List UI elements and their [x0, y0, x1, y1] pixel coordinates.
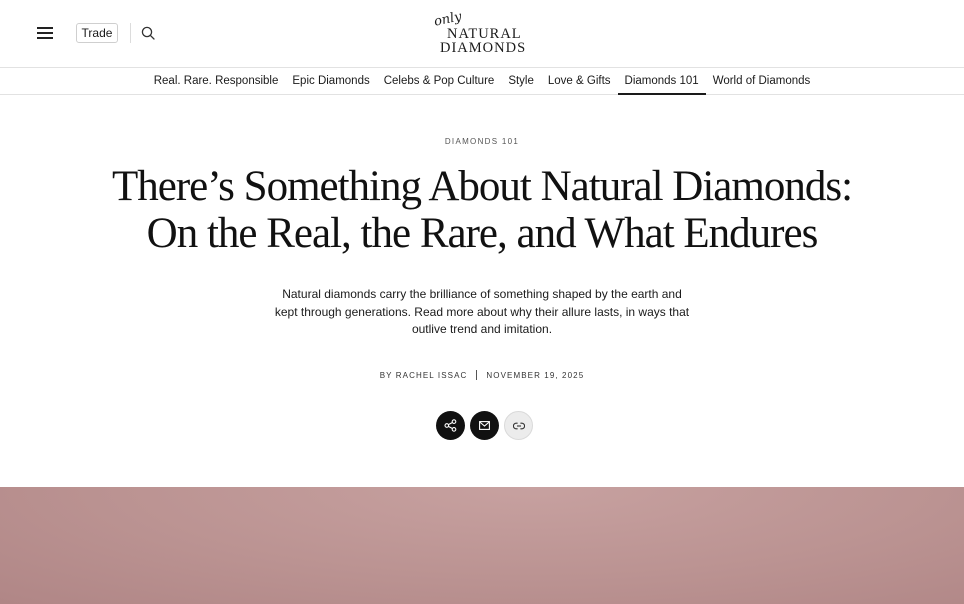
nav-item-real-rare-responsible[interactable]: Real. Rare. Responsible — [147, 68, 286, 95]
link-icon — [512, 422, 525, 429]
share-bar — [436, 411, 533, 440]
nav-item-love-gifts[interactable]: Love & Gifts — [541, 68, 618, 95]
hero-image — [0, 487, 964, 604]
site-logo[interactable]: only NATURAL DIAMONDS — [430, 8, 540, 60]
trade-button[interactable]: Trade — [76, 23, 118, 43]
share-button[interactable] — [436, 411, 465, 440]
article-dek: Natural diamonds carry the brilliance of… — [274, 287, 690, 336]
copy-link-button[interactable] — [504, 411, 533, 440]
publish-date: NOVEMBER 19, 2025 — [486, 371, 585, 380]
site-header: Trade only NATURAL DIAMONDS — [0, 0, 964, 68]
author-name[interactable]: BY RACHEL ISSAC — [380, 371, 468, 380]
logo-word-diamonds: DIAMONDS — [440, 40, 527, 56]
mail-icon — [479, 421, 490, 430]
header-divider — [130, 23, 131, 43]
article-title-line-1: There’s Something About Natural Diamonds… — [111, 163, 853, 210]
article-title-line-2: On the Real, the Rare, and What Endures — [146, 210, 819, 257]
article-title: There’s Something About Natural Diamonds… — [60, 163, 904, 257]
nav-item-celebs-pop-culture[interactable]: Celebs & Pop Culture — [377, 68, 502, 95]
article-category[interactable]: DIAMONDS 101 — [0, 137, 964, 146]
article-byline: BY RACHEL ISSAC NOVEMBER 19, 2025 — [0, 370, 964, 380]
nav-item-epic-diamonds[interactable]: Epic Diamonds — [285, 68, 376, 95]
main-nav: Real. Rare. Responsible Epic Diamonds Ce… — [0, 67, 964, 95]
email-share-button[interactable] — [470, 411, 499, 440]
search-icon[interactable] — [141, 26, 155, 40]
nav-list: Real. Rare. Responsible Epic Diamonds Ce… — [0, 68, 964, 95]
nav-item-style[interactable]: Style — [501, 68, 541, 95]
nav-item-world-of-diamonds[interactable]: World of Diamonds — [706, 68, 818, 95]
byline-divider — [476, 370, 478, 380]
menu-icon[interactable] — [37, 27, 53, 39]
share-icon — [444, 419, 457, 432]
nav-item-diamonds-101[interactable]: Diamonds 101 — [617, 68, 706, 95]
